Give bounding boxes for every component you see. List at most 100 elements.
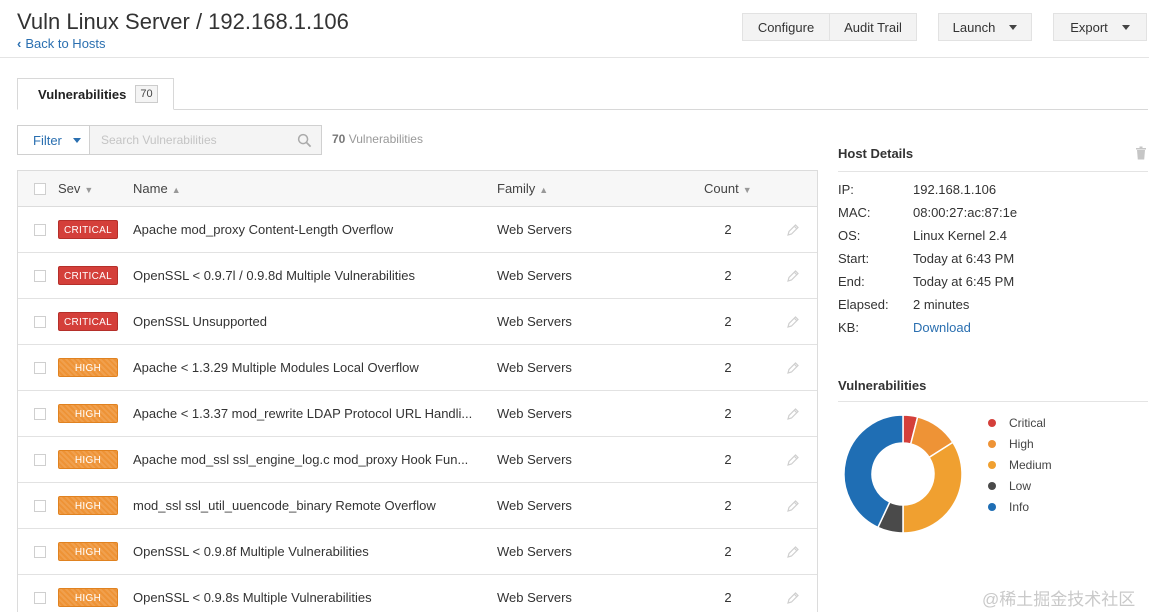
watermark: @稀土掘金技术社区 <box>982 590 1136 609</box>
vulnerability-count: 70 Vulnerabilities <box>332 132 423 146</box>
pencil-icon[interactable] <box>786 499 800 513</box>
host-detail-value: 2 minutes <box>913 297 970 312</box>
kb-download-link[interactable]: Download <box>913 320 971 335</box>
table-row[interactable]: HIGH OpenSSL < 0.9.8f Multiple Vulnerabi… <box>18 529 817 575</box>
row-checkbox[interactable] <box>34 362 46 374</box>
pencil-icon[interactable] <box>786 545 800 559</box>
legend-label: High <box>1009 437 1034 451</box>
pencil-icon[interactable] <box>786 269 800 283</box>
severity-badge: HIGH <box>58 542 118 561</box>
pencil-icon[interactable] <box>786 223 800 237</box>
pencil-icon[interactable] <box>786 591 800 605</box>
page-header: Vuln Linux Server / 192.168.1.106 ‹ Back … <box>0 0 1149 58</box>
export-button[interactable]: Export <box>1053 13 1147 41</box>
export-label: Export <box>1070 19 1108 35</box>
column-sev[interactable]: Sev ▼ <box>58 181 93 196</box>
vulnerability-name: Apache < 1.3.37 mod_rewrite LDAP Protoco… <box>133 406 473 421</box>
legend-dot <box>988 440 996 448</box>
select-all-checkbox[interactable] <box>34 183 46 195</box>
column-count-label: Count <box>704 181 739 196</box>
severity-badge: CRITICAL <box>58 312 118 331</box>
severity-badge: HIGH <box>58 496 118 515</box>
column-count[interactable]: Count ▼ <box>704 181 752 196</box>
legend-dot <box>988 419 996 427</box>
tab-label: Vulnerabilities <box>38 86 127 102</box>
row-checkbox[interactable] <box>34 592 46 604</box>
row-checkbox[interactable] <box>34 270 46 282</box>
vulnerability-name: OpenSSL < 0.9.8f Multiple Vulnerabilitie… <box>133 544 369 559</box>
vulnerability-count: 2 <box>724 452 732 467</box>
table-row[interactable]: CRITICAL OpenSSL Unsupported Web Servers… <box>18 299 817 345</box>
sort-up-icon: ▲ <box>539 185 549 195</box>
tab-vulnerabilities[interactable]: Vulnerabilities 70 <box>17 78 174 110</box>
configure-label: Configure <box>757 19 815 35</box>
vulnerability-count: 2 <box>724 406 732 421</box>
back-to-hosts-link[interactable]: ‹ Back to Hosts <box>17 36 106 51</box>
vulnerability-count: 2 <box>724 222 732 237</box>
row-checkbox[interactable] <box>34 500 46 512</box>
host-detail-label: KB: <box>838 320 859 335</box>
pencil-icon[interactable] <box>786 453 800 467</box>
table-row[interactable]: CRITICAL OpenSSL < 0.9.7l / 0.9.8d Multi… <box>18 253 817 299</box>
vulnerability-name: OpenSSL < 0.9.8s Multiple Vulnerabilitie… <box>133 590 372 605</box>
row-checkbox[interactable] <box>34 408 46 420</box>
filter-button[interactable]: Filter <box>17 125 90 155</box>
severity-badge: HIGH <box>58 404 118 423</box>
donut-slice-medium[interactable] <box>902 441 963 534</box>
vulnerability-name: mod_ssl ssl_util_uuencode_binary Remote … <box>133 498 436 513</box>
legend-label: Low <box>1009 479 1032 493</box>
table-row[interactable]: CRITICAL Apache mod_proxy Content-Length… <box>18 207 817 253</box>
host-details-divider <box>838 171 1148 172</box>
vulnerability-family: Web Servers <box>497 590 572 605</box>
pencil-icon[interactable] <box>786 407 800 421</box>
configure-button[interactable]: Configure <box>742 13 830 41</box>
vulnerability-family: Web Servers <box>497 406 572 421</box>
pencil-icon[interactable] <box>786 361 800 375</box>
vulnerability-name: Apache mod_proxy Content-Length Overflow <box>133 222 394 237</box>
row-checkbox[interactable] <box>34 454 46 466</box>
trash-icon[interactable] <box>1135 146 1147 160</box>
legend-item-high[interactable]: High <box>988 437 1034 451</box>
row-checkbox[interactable] <box>34 316 46 328</box>
row-checkbox[interactable] <box>34 224 46 236</box>
table-body: CRITICAL Apache mod_proxy Content-Length… <box>18 207 817 612</box>
legend-item-info[interactable]: Info <box>988 500 1029 514</box>
page-title: Vuln Linux Server / 192.168.1.106 <box>17 9 349 34</box>
search-input[interactable] <box>90 126 290 154</box>
tab-divider <box>17 109 1148 110</box>
row-checkbox[interactable] <box>34 546 46 558</box>
vulnerability-family: Web Servers <box>497 268 572 283</box>
legend-label: Medium <box>1009 458 1052 472</box>
audit-trail-button[interactable]: Audit Trail <box>830 13 917 41</box>
chevron-left-icon: ‹ <box>17 36 22 51</box>
vulnerability-family: Web Servers <box>497 314 572 329</box>
host-detail-label: Elapsed: <box>838 297 889 312</box>
legend-item-critical[interactable]: Critical <box>988 416 1046 430</box>
column-name[interactable]: Name ▲ <box>133 181 181 196</box>
pencil-icon[interactable] <box>786 315 800 329</box>
host-detail-label: IP: <box>838 182 854 197</box>
table-row[interactable]: HIGH OpenSSL < 0.9.8s Multiple Vulnerabi… <box>18 575 817 612</box>
host-detail-value: Today at 6:45 PM <box>913 274 1015 289</box>
column-family[interactable]: Family ▲ <box>497 181 548 196</box>
caret-down-icon <box>1121 24 1130 30</box>
vulnerability-count: 2 <box>724 314 732 329</box>
sort-down-icon: ▼ <box>742 185 752 195</box>
table-row[interactable]: HIGH Apache < 1.3.29 Multiple Modules Lo… <box>18 345 817 391</box>
table-row[interactable]: HIGH Apache < 1.3.37 mod_rewrite LDAP Pr… <box>18 391 817 437</box>
vulnerability-family: Web Servers <box>497 360 572 375</box>
severity-badge: HIGH <box>58 588 118 607</box>
host-detail-label: MAC: <box>838 205 871 220</box>
legend-item-medium[interactable]: Medium <box>988 458 1052 472</box>
launch-label: Launch <box>952 19 996 35</box>
table-row[interactable]: HIGH mod_ssl ssl_util_uuencode_binary Re… <box>18 483 817 529</box>
severity-badge: HIGH <box>58 450 118 469</box>
severity-badge: HIGH <box>58 358 118 377</box>
vulnerability-count-suffix: Vulnerabilities <box>345 132 423 146</box>
host-detail-value: Linux Kernel 2.4 <box>913 228 1007 243</box>
legend-item-low[interactable]: Low <box>988 479 1031 493</box>
vulnerabilities-summary-title: Vulnerabilities <box>838 378 927 393</box>
table-row[interactable]: HIGH Apache mod_ssl ssl_engine_log.c mod… <box>18 437 817 483</box>
search-icon[interactable] <box>297 133 312 148</box>
launch-button[interactable]: Launch <box>938 13 1032 41</box>
